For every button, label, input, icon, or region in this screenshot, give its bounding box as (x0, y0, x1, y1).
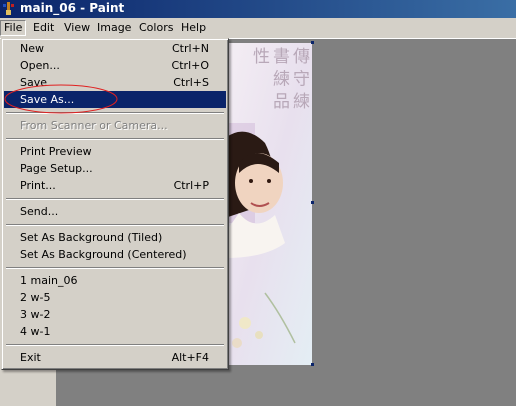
window-title: main_06 - Paint (20, 1, 125, 15)
menu-item-recent-4[interactable]: 4 w-1 (4, 323, 226, 340)
menu-separator (6, 344, 224, 346)
menu-separator (6, 267, 224, 269)
menu-item-exit[interactable]: Exit Alt+F4 (4, 349, 226, 366)
menu-item-recent-1[interactable]: 1 main_06 (4, 272, 226, 289)
menu-help[interactable]: Help (178, 21, 209, 35)
menu-item-recent-2[interactable]: 2 w-5 (4, 289, 226, 306)
menu-separator (6, 198, 224, 200)
menu-item-print[interactable]: Print... Ctrl+P (4, 177, 226, 194)
menu-colors[interactable]: Colors (136, 21, 176, 35)
title-bar: main_06 - Paint (0, 0, 516, 18)
menu-file[interactable]: File (0, 20, 27, 36)
menu-item-new[interactable]: New Ctrl+N (4, 40, 226, 57)
resize-handle-bottom-right[interactable] (311, 363, 314, 366)
paint-app-icon[interactable] (2, 1, 16, 16)
resize-handle-right[interactable] (311, 201, 314, 204)
menu-item-page-setup[interactable]: Page Setup... (4, 160, 226, 177)
menu-item-background-tiled[interactable]: Set As Background (Tiled) (4, 229, 226, 246)
menu-image[interactable]: Image (94, 21, 134, 35)
resize-handle-top-right[interactable] (311, 41, 314, 44)
menu-item-send[interactable]: Send... (4, 203, 226, 220)
menu-separator (6, 224, 224, 226)
annotation-ellipse (4, 84, 118, 114)
menu-item-print-preview[interactable]: Print Preview (4, 143, 226, 160)
menu-bar: File Edit View Image Colors Help (0, 18, 516, 39)
menu-item-recent-3[interactable]: 3 w-2 (4, 306, 226, 323)
image-canvas[interactable]: 傳 守 練 書 練 品 性 (225, 43, 312, 365)
menu-edit[interactable]: Edit (30, 21, 57, 35)
menu-item-from-scanner: From Scanner or Camera... (20, 119, 168, 132)
menu-view[interactable]: View (61, 21, 93, 35)
menu-separator (6, 138, 224, 140)
menu-item-background-centered[interactable]: Set As Background (Centered) (4, 246, 226, 263)
calligraphy-text: 傳 守 練 書 練 品 性 (249, 47, 309, 109)
menu-item-open[interactable]: Open... Ctrl+O (4, 57, 226, 74)
